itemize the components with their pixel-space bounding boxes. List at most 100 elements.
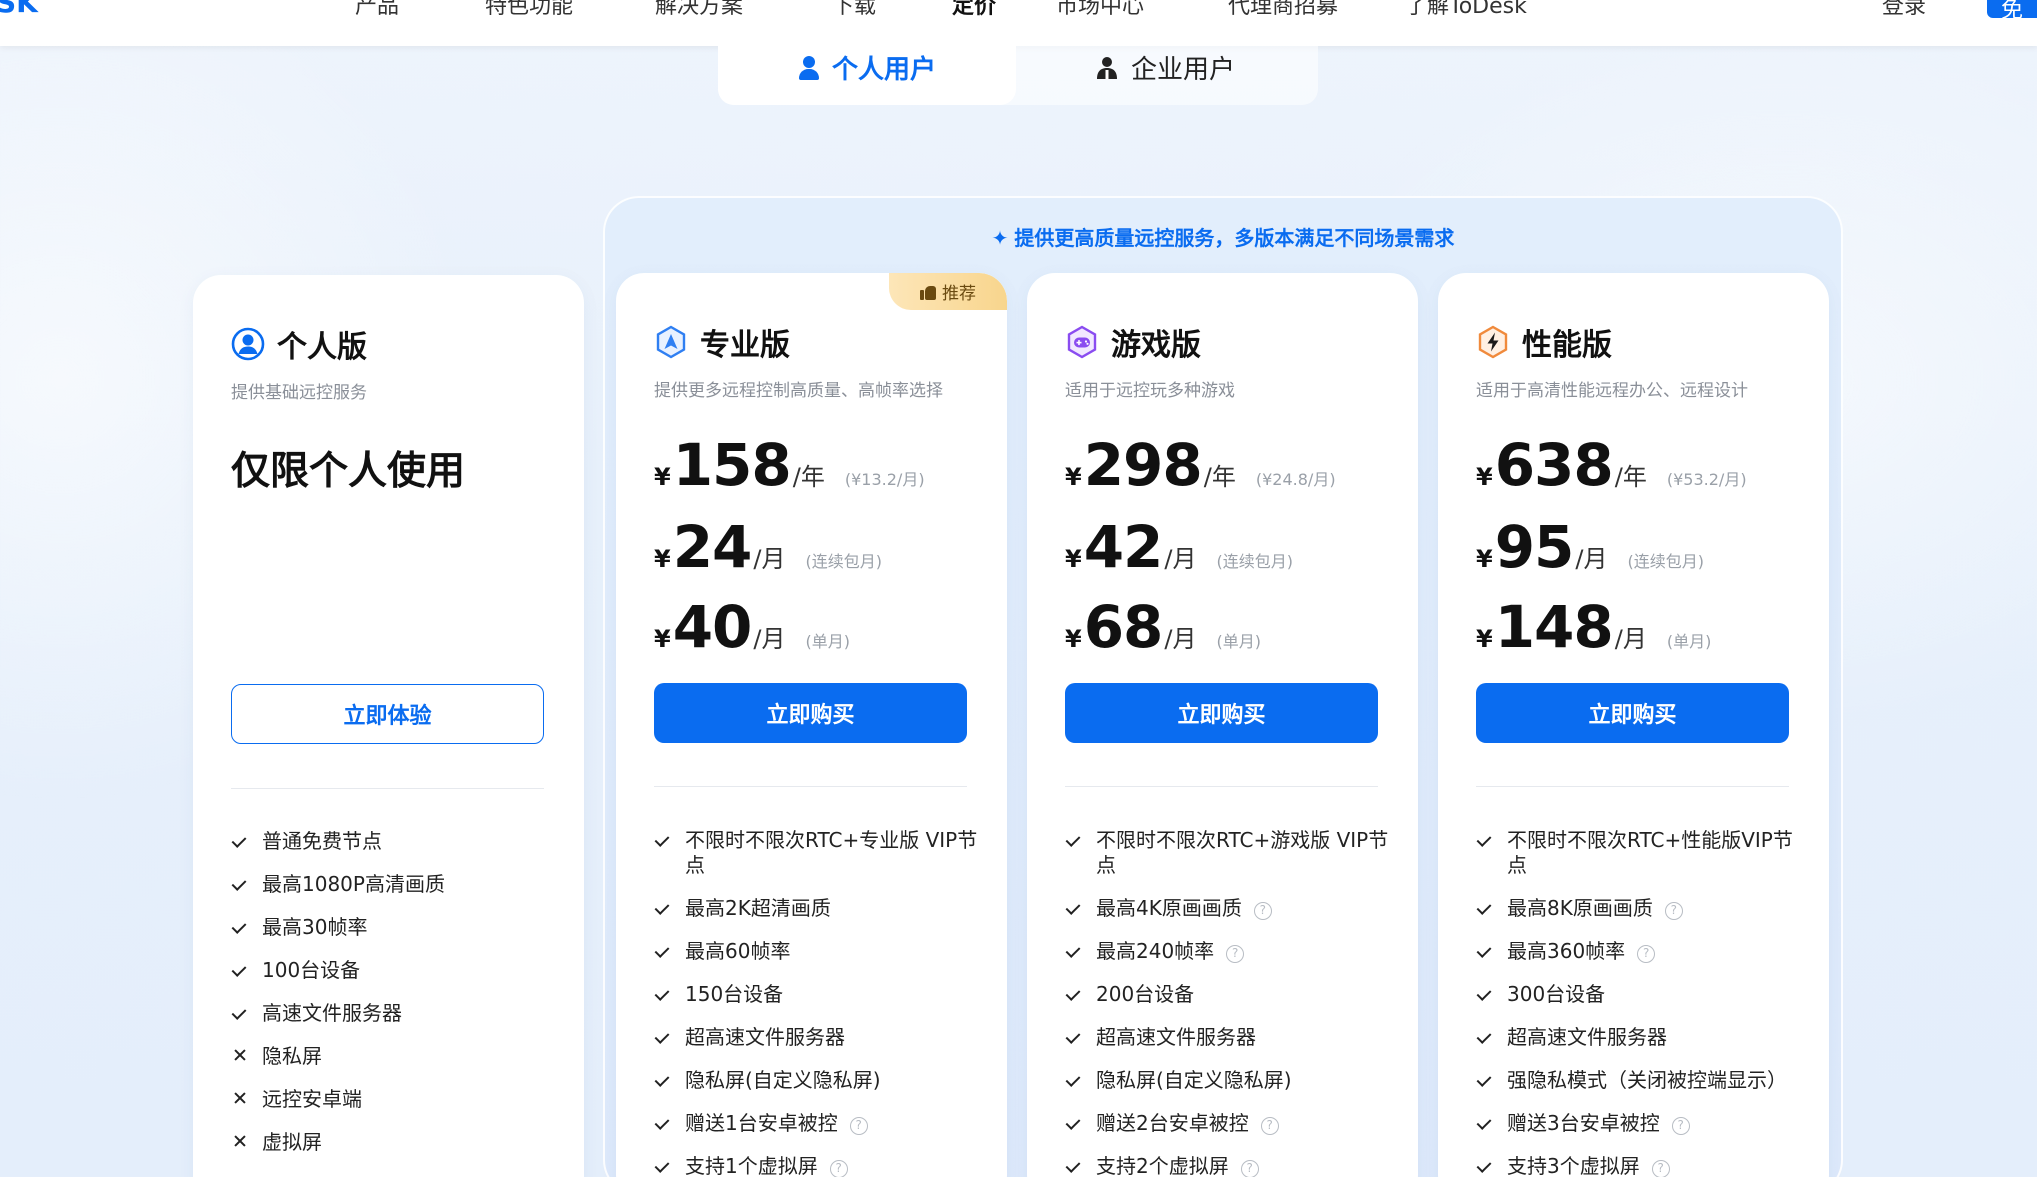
user-icon [798,55,820,80]
feature-item: 隐私屏 [231,1044,561,1069]
check-icon [656,900,670,914]
signup-button[interactable]: 免 [1987,0,2037,23]
feature-list: 不限时不限次RTC+游戏版 VIP节点 最高4K原画画质? 最高240帧率? 2… [1065,828,1395,1177]
try-now-button[interactable]: 立即体验 [231,684,544,744]
feature-item: 远控安卓端 [231,1087,561,1112]
plan-headline: 仅限个人使用 [231,449,466,494]
help-icon[interactable]: ? [1240,1160,1259,1177]
help-icon[interactable]: ? [1260,1117,1279,1135]
check-icon [656,1072,670,1086]
recommended-badge: 推荐 [889,273,1007,310]
check-icon [1478,1115,1492,1129]
plan-description: 提供更多远程控制高质量、高帧率选择 [654,381,943,401]
user-type-tabs: 个人用户 企业用户 [718,30,1318,105]
help-icon[interactable]: ? [849,1117,868,1135]
feature-item: 最高30帧率 [231,915,561,940]
feature-item: 最高60帧率 [654,939,984,964]
nav-item-about[interactable]: 了解ToDesk [1405,0,1527,20]
nav-item-products[interactable]: 产品 [355,0,399,20]
nav-item-market[interactable]: 市场中心 [1056,0,1144,20]
plan-card-pro: 推荐 专业版 提供更多远程控制高质量、高帧率选择 ¥158/年 (¥13.2/月)… [616,273,1007,1177]
check-icon [656,986,670,1000]
price-single-month: ¥68/月 (单月) [1065,593,1262,661]
check-icon [656,943,670,957]
feature-list: 普通免费节点 最高1080P高清画质 最高30帧率 100台设备 高速文件服务器… [231,829,561,1173]
plan-card-personal: 个人版 提供基础远控服务 仅限个人使用 立即体验 普通免费节点 最高1080P高… [193,275,584,1177]
help-icon[interactable]: ? [1664,902,1683,920]
divider [1476,786,1789,787]
plan-description: 适用于远控玩多种游戏 [1065,381,1235,401]
price-monthly-subscription: ¥95/月 (连续包月) [1476,513,1705,581]
brand-logo[interactable]: SK [0,0,38,19]
price-yearly: ¥298/年 (¥24.8/月) [1065,431,1336,499]
check-icon [1067,943,1081,957]
buy-now-button[interactable]: 立即购买 [1476,683,1789,743]
feature-item: 不限时不限次RTC+游戏版 VIP节点 [1065,828,1395,878]
feature-item: 不限时不限次RTC+性能版VIP节点 [1476,828,1806,878]
feature-item: 超高速文件服务器 [1065,1025,1395,1050]
feature-item: 强隐私模式（关闭被控端显示） [1476,1068,1806,1093]
check-icon [233,919,247,933]
divider [231,788,544,789]
check-icon [1067,1115,1081,1129]
feature-item: 隐私屏(自定义隐私屏) [654,1068,984,1093]
help-icon[interactable]: ? [1253,902,1272,920]
lightning-icon [1478,325,1508,359]
check-icon [1478,900,1492,914]
feature-item: 高速文件服务器 [231,1001,561,1026]
price-single-month: ¥148/月 (单月) [1476,593,1712,661]
check-icon [1067,832,1081,846]
buy-now-button[interactable]: 立即购买 [1065,683,1378,743]
check-icon [1478,832,1492,846]
feature-item: 超高速文件服务器 [654,1025,984,1050]
cross-icon [233,1091,247,1105]
buy-now-button[interactable]: 立即购买 [654,683,967,743]
nav-item-features[interactable]: 特色功能 [485,0,573,20]
feature-item: 最高4K原画画质? [1065,896,1395,921]
feature-item: 100台设备 [231,958,561,983]
price-yearly: ¥158/年 (¥13.2/月) [654,431,925,499]
nav-item-pricing[interactable]: 定价 [952,0,996,20]
check-icon [1067,1158,1081,1172]
tab-personal[interactable]: 个人用户 [718,30,1016,105]
help-icon[interactable]: ? [1671,1117,1690,1135]
check-icon [233,1005,247,1019]
feature-list: 不限时不限次RTC+性能版VIP节点 最高8K原画画质? 最高360帧率? 30… [1476,828,1806,1177]
help-icon[interactable]: ? [1651,1160,1670,1177]
check-icon [1067,1072,1081,1086]
feature-item: 赠送3台安卓被控? [1476,1111,1806,1136]
nav-item-download[interactable]: 下载 [832,0,876,20]
help-icon[interactable]: ? [1637,945,1656,963]
premium-banner-text: 提供更高质量远控服务，多版本满足不同场景需求 [1014,226,1455,250]
check-icon [656,1029,670,1043]
feature-item: 赠送2台安卓被控? [1065,1111,1395,1136]
login-link[interactable]: 登录 [1882,0,1926,20]
pro-icon [656,325,686,359]
feature-item: 赠送1台安卓被控? [654,1111,984,1136]
feature-item: 超高速文件服务器 [1476,1025,1806,1050]
nav-item-agent[interactable]: 代理商招募 [1228,0,1338,20]
tab-enterprise[interactable]: 企业用户 [1016,30,1314,105]
team-icon [1096,56,1117,79]
plan-description: 提供基础远控服务 [231,383,367,403]
feature-item: 支持3个虚拟屏? [1476,1154,1806,1177]
price-monthly-subscription: ¥24/月 (连续包月) [654,513,883,581]
feature-item: 支持1个虚拟屏? [654,1154,984,1177]
feature-item: 隐私屏(自定义隐私屏) [1065,1068,1395,1093]
plan-title: 性能版 [1522,328,1612,363]
nav-item-solutions[interactable]: 解决方案 [655,0,743,20]
feature-item: 最高1080P高清画质 [231,872,561,897]
feature-item: 虚拟屏 [231,1130,561,1155]
feature-item: 200台设备 [1065,982,1395,1007]
check-icon [1478,986,1492,1000]
cross-icon [233,1048,247,1062]
feature-item: 300台设备 [1476,982,1806,1007]
check-icon [656,832,670,846]
help-icon[interactable]: ? [829,1160,848,1177]
check-icon [1478,1029,1492,1043]
user-circle-icon [231,327,265,361]
divider [1065,786,1378,787]
help-icon[interactable]: ? [1226,945,1245,963]
plan-header: 性能版 [1476,320,1612,364]
feature-item: 150台设备 [654,982,984,1007]
